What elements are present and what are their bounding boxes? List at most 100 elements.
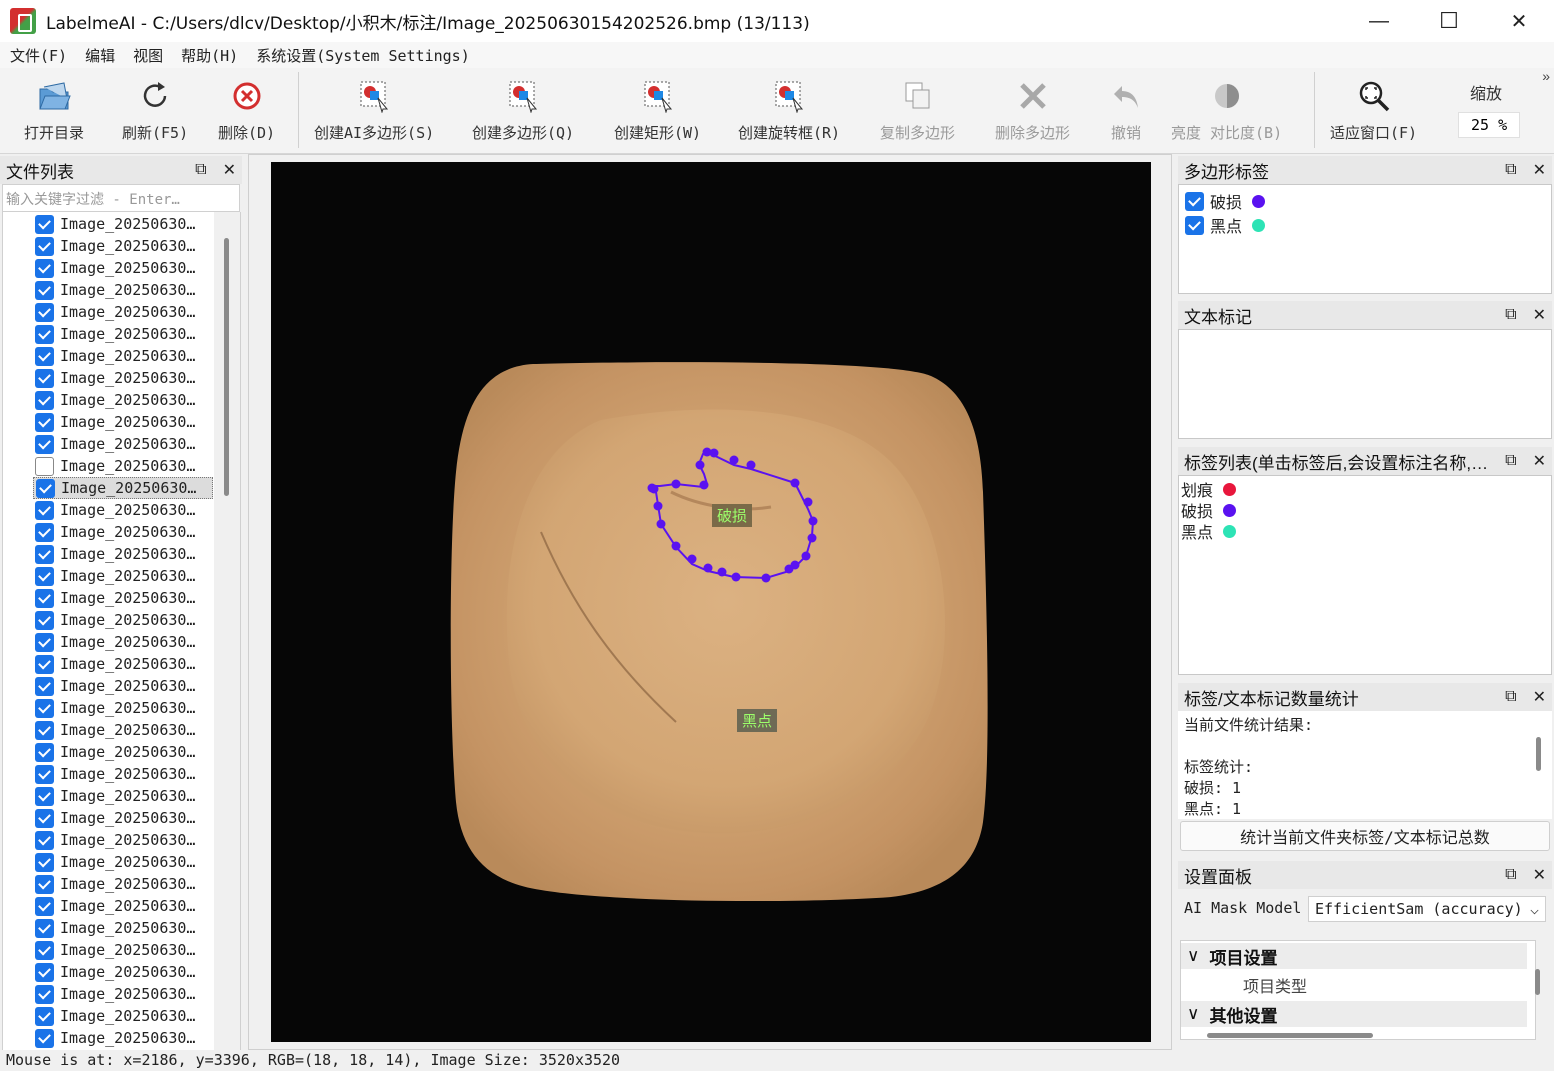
file-list-item[interactable]: Image_20250630… [33, 411, 213, 433]
checkbox[interactable] [35, 940, 54, 960]
close-icon[interactable]: ✕ [1533, 451, 1546, 471]
checkbox[interactable] [1185, 215, 1204, 235]
zoom-spinbox[interactable]: 25 % [1458, 112, 1520, 138]
checkbox[interactable] [35, 522, 54, 542]
checkbox[interactable] [35, 676, 54, 696]
checkbox[interactable] [35, 654, 54, 674]
file-list-item[interactable]: Image_20250630… [33, 983, 213, 1005]
close-icon[interactable]: ✕ [1533, 865, 1546, 885]
file-list-item[interactable]: Image_20250630… [33, 455, 213, 477]
file-list-item[interactable]: Image_20250630… [33, 301, 213, 323]
checkbox[interactable] [35, 302, 54, 322]
checkbox[interactable] [35, 742, 54, 762]
file-list-item[interactable]: Image_20250630… [33, 807, 213, 829]
file-list-item[interactable]: Image_20250630… [33, 829, 213, 851]
checkbox[interactable] [35, 434, 54, 454]
checkbox[interactable] [35, 698, 54, 718]
file-list-item[interactable]: Image_20250630… [33, 565, 213, 587]
create-rotated-box-button[interactable]: 创建旋转框(R) [738, 76, 840, 148]
ai-mask-model-select[interactable]: EfficientSam (accuracy) ⌵ [1308, 896, 1546, 922]
file-list-item[interactable]: Image_20250630… [33, 345, 213, 367]
close-window-button[interactable]: ✕ [1484, 0, 1554, 42]
file-list-item[interactable]: Image_20250630… [33, 763, 213, 785]
tree-section-project[interactable]: ∨ 项目设置 [1181, 943, 1527, 969]
checkbox[interactable] [35, 1028, 54, 1048]
checkbox[interactable] [35, 456, 54, 476]
file-list-item[interactable]: Image_20250630… [33, 257, 213, 279]
undo-button[interactable]: 撤销 [1110, 76, 1142, 148]
checkbox[interactable] [35, 500, 54, 520]
checkbox[interactable] [35, 610, 54, 630]
checkbox[interactable] [35, 390, 54, 410]
polygon-label-item[interactable]: 黑点 [1183, 213, 1266, 237]
tree-item-project-type[interactable]: 项目类型 [1243, 973, 1307, 997]
count-folder-labels-button[interactable]: 统计当前文件夹标签/文本标记总数 [1180, 821, 1550, 851]
create-rect-button[interactable]: 创建矩形(W) [614, 76, 701, 148]
text-marks-list[interactable] [1178, 329, 1552, 439]
annotation-label-damage[interactable]: 破损 [712, 504, 753, 527]
checkbox[interactable] [35, 324, 54, 344]
delete-button[interactable]: 删除(D) [218, 76, 275, 148]
polygon-label-item[interactable]: 破损 [1183, 189, 1266, 213]
file-list-item[interactable]: Image_20250630… [33, 389, 213, 411]
file-list-item[interactable]: Image_20250630… [33, 631, 213, 653]
checkbox[interactable] [35, 412, 54, 432]
checkbox[interactable] [35, 280, 54, 300]
checkbox[interactable] [35, 808, 54, 828]
checkbox[interactable] [35, 346, 54, 366]
file-list-item[interactable]: Image_20250630… [33, 543, 213, 565]
checkbox[interactable] [35, 1006, 54, 1026]
toolbar-overflow-button[interactable]: » [1542, 68, 1550, 84]
float-icon[interactable]: ⧉ [1505, 306, 1516, 324]
checkbox[interactable] [35, 874, 54, 894]
minimize-button[interactable]: — [1344, 0, 1414, 42]
file-list-item[interactable]: Image_20250630… [33, 477, 213, 499]
checkbox[interactable] [35, 588, 54, 608]
checkbox[interactable] [35, 566, 54, 586]
refresh-button[interactable]: 刷新(F5) [122, 76, 188, 148]
file-list-item[interactable]: Image_20250630… [33, 675, 213, 697]
file-list-scrollbar[interactable] [224, 238, 229, 496]
create-ai-polygon-button[interactable]: 创建AI多边形(S) [314, 76, 434, 148]
checkbox[interactable] [35, 764, 54, 784]
file-list-item[interactable]: Image_20250630… [33, 1027, 213, 1049]
file-list-item[interactable]: Image_20250630… [33, 213, 213, 235]
close-icon[interactable]: ✕ [1533, 160, 1546, 180]
checkbox[interactable] [35, 896, 54, 916]
file-list-item[interactable]: Image_20250630… [33, 279, 213, 301]
file-list-item[interactable]: Image_20250630… [33, 323, 213, 345]
file-list-item[interactable]: Image_20250630… [33, 917, 213, 939]
file-list-item[interactable]: Image_20250630… [33, 367, 213, 389]
checkbox[interactable] [35, 918, 54, 938]
file-list-item[interactable]: Image_20250630… [33, 433, 213, 455]
float-icon[interactable]: ⧉ [1505, 161, 1516, 179]
file-list-item[interactable]: Image_20250630… [33, 895, 213, 917]
tree-scrollbar[interactable] [1535, 969, 1540, 995]
file-list-item[interactable]: Image_20250630… [33, 1005, 213, 1027]
file-list-item[interactable]: Image_20250630… [33, 697, 213, 719]
file-list-item[interactable]: Image_20250630… [33, 939, 213, 961]
float-icon[interactable]: ⧉ [1505, 452, 1516, 470]
checkbox[interactable] [35, 544, 54, 564]
annotation-label-black-spot[interactable]: 黑点 [737, 709, 778, 732]
fit-window-button[interactable]: 适应窗口(F) [1330, 76, 1417, 148]
close-icon[interactable]: ✕ [1533, 305, 1546, 325]
image-canvas[interactable]: 破损 黑点 [271, 162, 1151, 1042]
file-list-item[interactable]: Image_20250630… [33, 741, 213, 763]
float-icon[interactable]: ⧉ [1505, 688, 1516, 706]
menu-help[interactable]: 帮助(H) [181, 45, 238, 66]
checkbox[interactable] [35, 214, 54, 234]
checkbox[interactable] [35, 236, 54, 256]
menu-edit[interactable]: 编辑 [85, 45, 115, 66]
file-list-item[interactable]: Image_20250630… [33, 785, 213, 807]
stats-scrollbar[interactable] [1536, 737, 1541, 771]
file-list-item[interactable]: Image_20250630… [33, 961, 213, 983]
file-list-item[interactable]: Image_20250630… [33, 235, 213, 257]
float-icon[interactable]: ⧉ [195, 161, 206, 179]
close-icon[interactable]: ✕ [1533, 687, 1546, 707]
float-icon[interactable]: ⧉ [1505, 866, 1516, 884]
checkbox[interactable] [35, 830, 54, 850]
checkbox[interactable] [35, 632, 54, 652]
file-list-item[interactable]: Image_20250630… [33, 609, 213, 631]
maximize-button[interactable]: ☐ [1414, 0, 1484, 42]
